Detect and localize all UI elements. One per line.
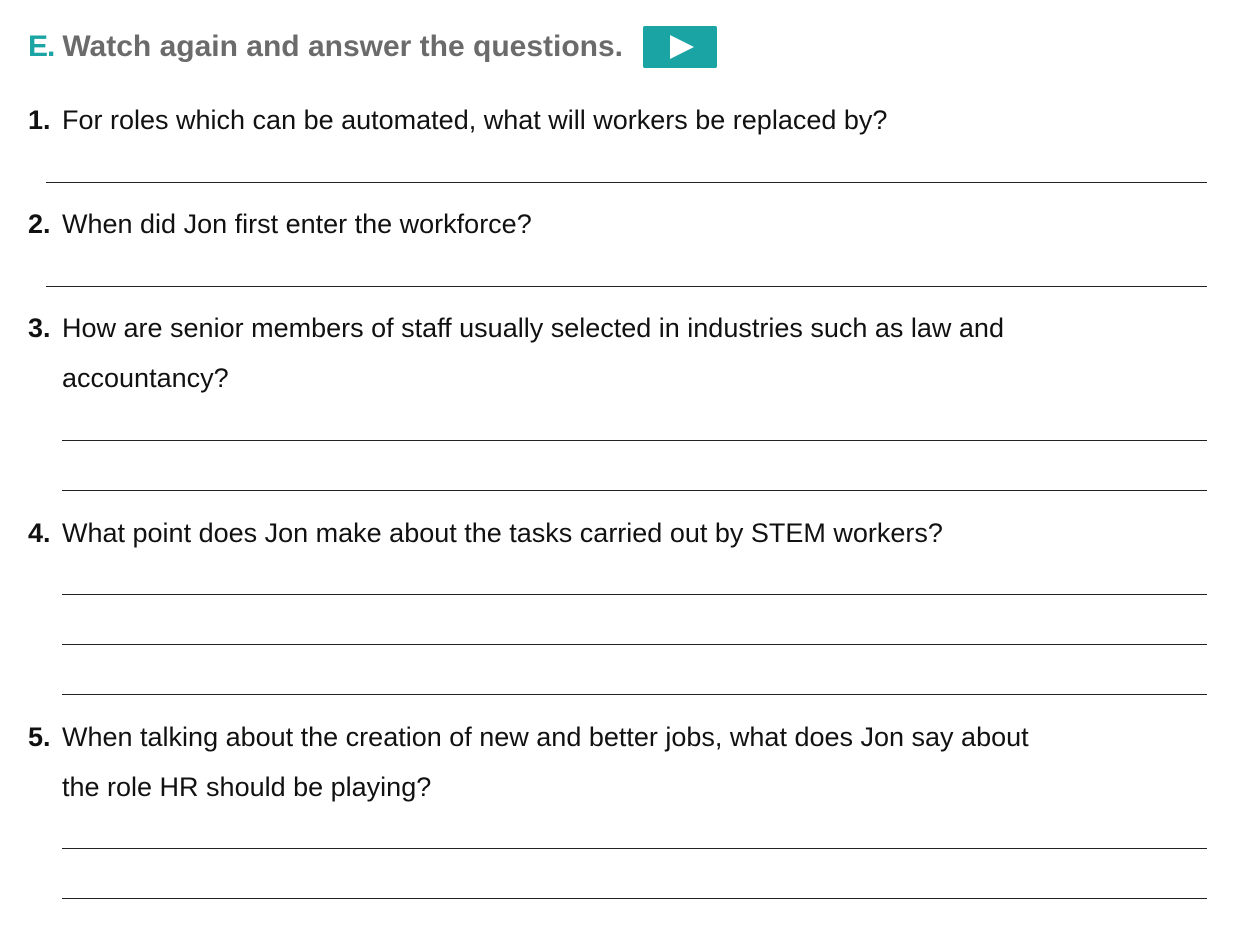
section-header: E. Watch again and answer the questions. — [28, 24, 718, 70]
question-1: 1. For roles which can be automated, what… — [28, 95, 1218, 145]
play-icon — [670, 35, 695, 59]
answer-line[interactable] — [62, 644, 1207, 645]
answer-line[interactable] — [46, 286, 1207, 287]
section-letter: E. — [28, 30, 55, 63]
question-text: When did Jon first enter the workforce? — [62, 209, 532, 239]
question-2: 2. When did Jon first enter the workforce… — [28, 199, 1218, 249]
question-3: 3. How are senior members of staff usuall… — [28, 303, 1218, 403]
question-text-continued: the role HR should be playing? — [62, 772, 432, 802]
answer-line[interactable] — [62, 848, 1207, 849]
question-number: 4. — [28, 518, 51, 548]
question-text: When talking about the creation of new a… — [62, 722, 1029, 752]
answer-line[interactable] — [62, 694, 1207, 695]
section-title: Watch again and answer the questions. — [62, 30, 624, 63]
play-button[interactable] — [643, 26, 718, 68]
question-number: 5. — [28, 722, 51, 752]
answer-line[interactable] — [62, 594, 1207, 595]
question-text: For roles which can be automated, what w… — [62, 105, 888, 135]
question-text-continued: accountancy? — [62, 363, 229, 393]
question-number: 1. — [28, 105, 51, 135]
question-4: 4. What point does Jon make about the tas… — [28, 508, 1218, 558]
question-number: 3. — [28, 313, 51, 343]
question-number: 2. — [28, 209, 51, 239]
question-5: 5. When talking about the creation of new… — [28, 712, 1218, 812]
answer-line[interactable] — [62, 898, 1207, 899]
answer-line[interactable] — [46, 182, 1207, 183]
question-text: What point does Jon make about the tasks… — [62, 518, 943, 548]
answer-line[interactable] — [62, 440, 1207, 441]
question-text: How are senior members of staff usually … — [62, 313, 1004, 343]
answer-line[interactable] — [62, 490, 1207, 491]
